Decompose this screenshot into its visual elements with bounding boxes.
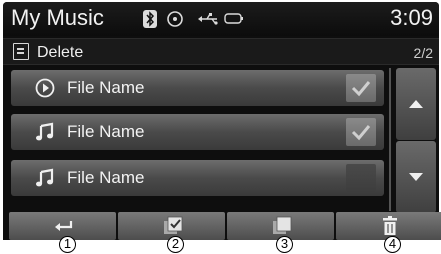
usb-icon (198, 13, 218, 25)
row-checkbox[interactable] (346, 74, 376, 102)
play-icon (35, 78, 55, 98)
disc-icon (167, 11, 183, 27)
music-note-icon (36, 168, 54, 187)
row-checkbox[interactable] (346, 118, 376, 146)
music-note-icon (36, 122, 54, 141)
clock: 3:09 (390, 5, 433, 30)
callout-number: 4 (384, 236, 401, 253)
title-bar: My Music 3:09 (3, 2, 439, 36)
back-icon (55, 221, 73, 231)
bluetooth-icon (143, 10, 157, 28)
callout-number: 3 (276, 236, 293, 253)
checkmark-icon (351, 125, 371, 141)
checkmark-icon (351, 81, 371, 97)
screen: My Music 3:09 Delete 2/2 File Name File … (3, 2, 439, 240)
list-item[interactable]: File Name (11, 160, 384, 196)
page-title: My Music (11, 5, 104, 30)
list-item-name: File Name (67, 122, 145, 141)
arrow-down-icon (409, 173, 423, 181)
battery-icon (224, 13, 243, 24)
scroll-down-button[interactable] (396, 141, 436, 213)
list-item[interactable]: File Name (11, 70, 384, 106)
page-indicator: 2/2 (413, 45, 433, 61)
back-button[interactable] (9, 212, 116, 240)
row-checkbox[interactable] (346, 164, 376, 192)
select-all-icon (164, 216, 183, 234)
callout-number: 2 (167, 236, 184, 253)
list-item-name: File Name (67, 168, 145, 187)
callout-number: 1 (59, 236, 76, 253)
deselect-all-icon (273, 216, 292, 234)
scrollbar-track[interactable] (389, 68, 391, 211)
trash-icon (383, 216, 397, 235)
list-item-name: File Name (67, 78, 145, 97)
arrow-up-icon (409, 100, 423, 108)
list-item[interactable]: File Name (11, 114, 384, 150)
delete-label: Delete (37, 44, 84, 61)
status-icons (143, 10, 273, 28)
delete-header: Delete 2/2 (3, 38, 439, 65)
scroll-up-button[interactable] (396, 68, 436, 140)
list-delete-icon (13, 43, 29, 60)
